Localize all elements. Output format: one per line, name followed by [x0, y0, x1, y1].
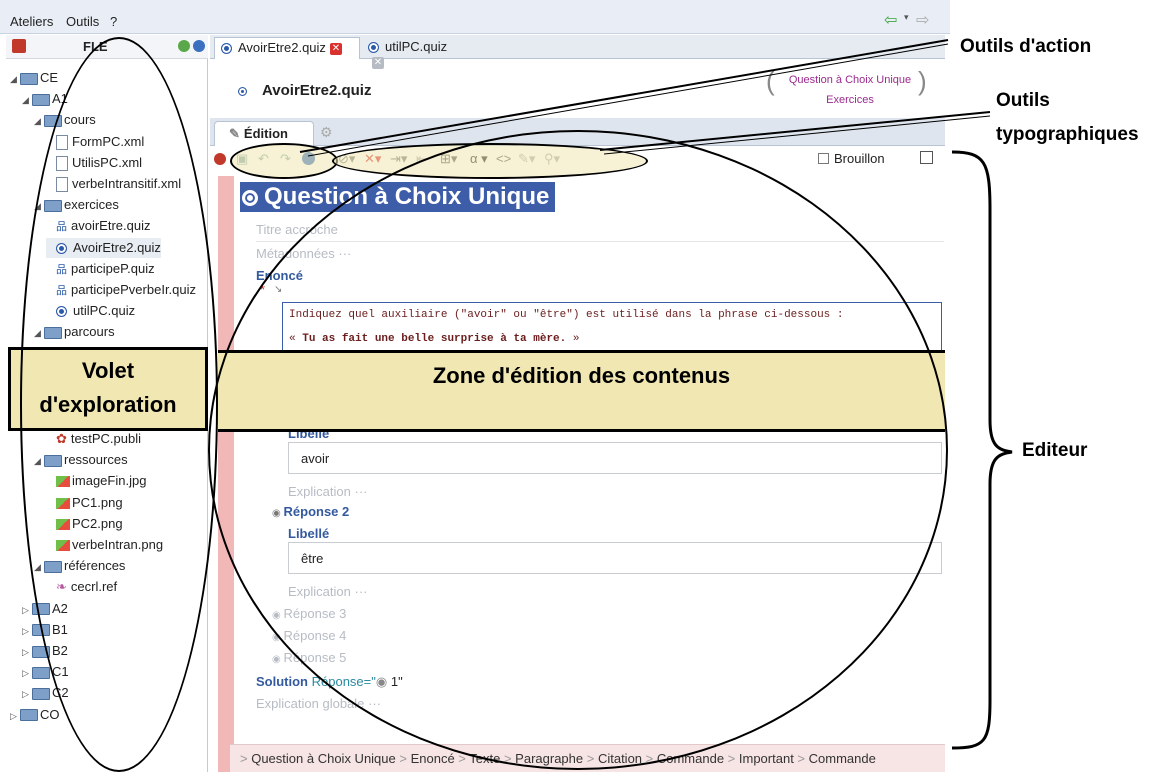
outils-typo-callout-2: typographiques: [996, 124, 1139, 145]
outils-action-callout: Outils d'action: [960, 36, 1092, 57]
outils-typo-callout-1: Outils: [996, 90, 1050, 111]
editeur-callout: Editeur: [1022, 440, 1088, 461]
annotation-lines: [299, 39, 1013, 750]
